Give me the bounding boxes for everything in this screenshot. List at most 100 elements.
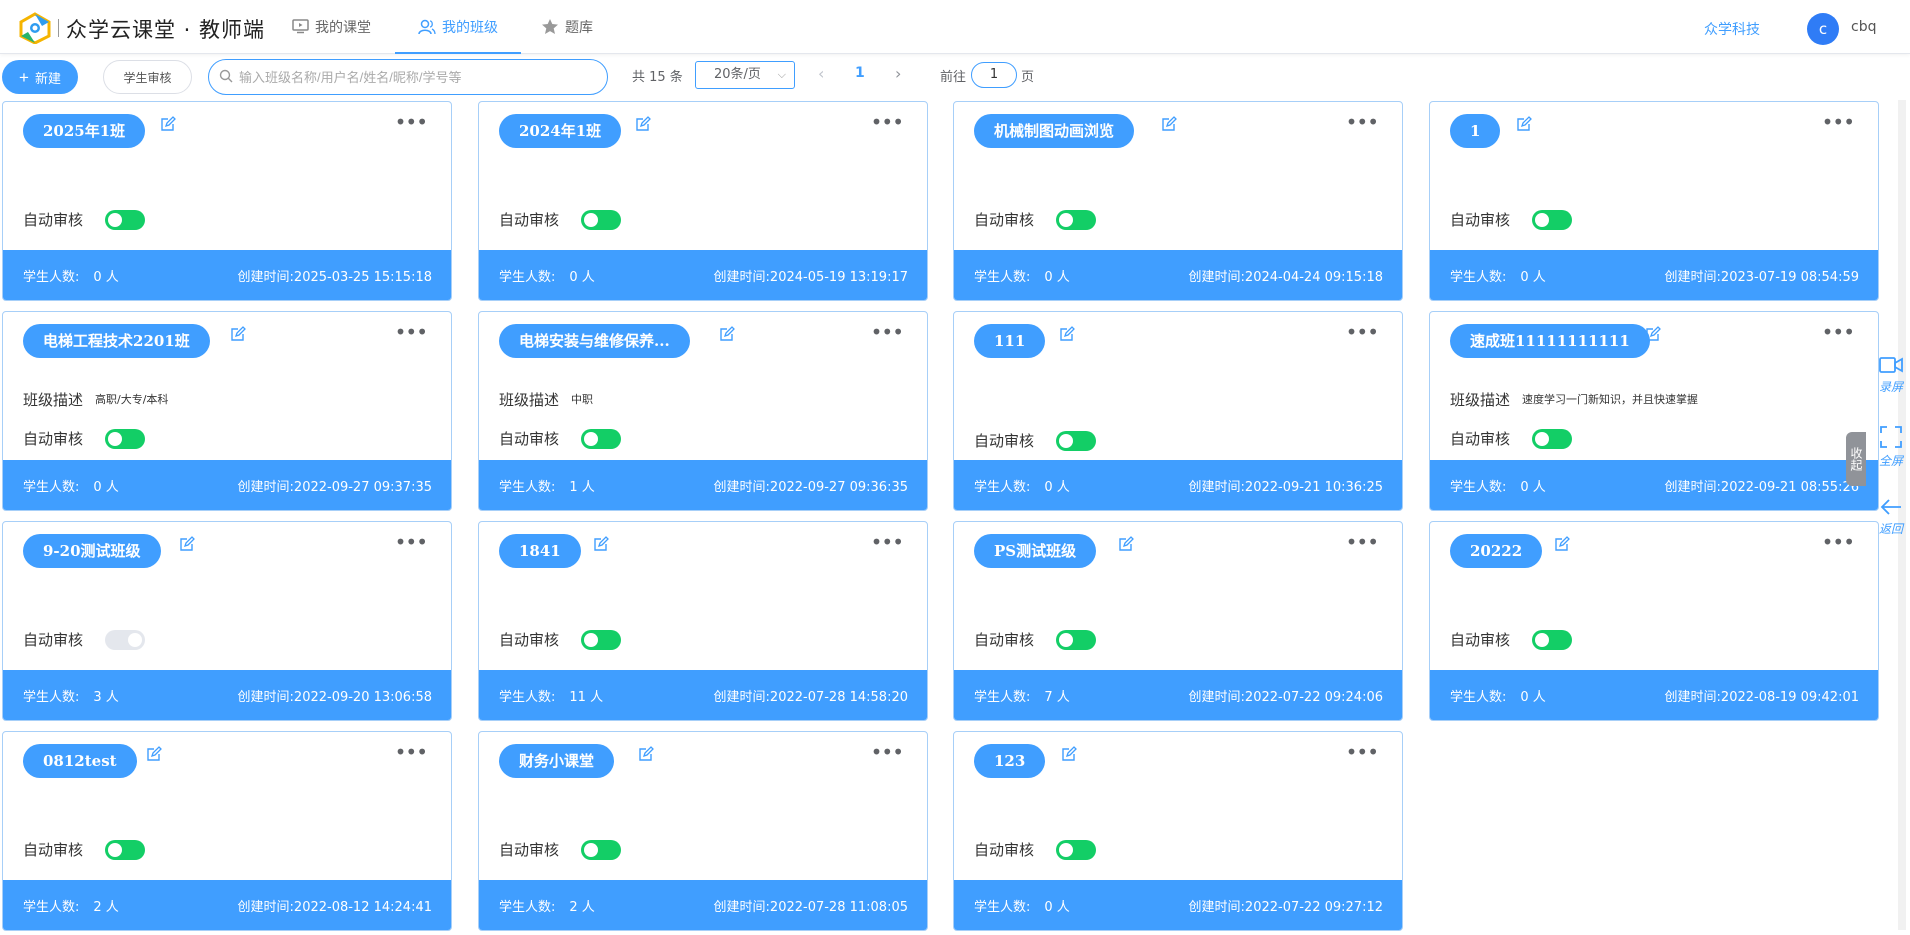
class-name-badge[interactable]: 速成班11111111111 [1450,324,1650,358]
created-label: 创建时间: [237,480,294,495]
class-name-badge[interactable]: 20222 [1450,534,1543,568]
more-options-icon[interactable]: ••• [1822,530,1855,554]
student-review-button[interactable]: 学生审核 [103,60,192,94]
class-card[interactable]: 电梯工程技术2201班 ••• 班级描述 高职/大专/本科 自动审核 学生人数: 0 人 创建… [2,311,452,511]
class-card[interactable]: 1 ••• 自动审核 学生人数: 0 人 创建时间:2023-07-19 08:54:59 [1429,101,1879,301]
class-card[interactable]: 1841 ••• 自动审核 学生人数: 11 人 创建时间:2022-07-28 14:5… [478,521,928,721]
fullscreen-button[interactable]: 全屏 [1874,425,1908,469]
auto-review-toggle[interactable] [1532,210,1572,230]
class-card[interactable]: 20222 ••• 自动审核 学生人数: 0 人 创建时间:2022-08-19 09:4… [1429,521,1879,721]
edit-icon[interactable] [635,116,651,132]
class-name-badge[interactable]: 机械制图动画浏览 [974,114,1135,148]
edit-icon[interactable] [1118,536,1134,552]
collapse-tab[interactable]: 收起 [1846,432,1866,486]
company-link[interactable]: 众学科技 [1704,19,1760,39]
more-options-icon[interactable]: ••• [1822,110,1855,134]
prev-page-icon[interactable]: ‹ [818,64,824,83]
class-name-badge[interactable]: 1841 [499,534,581,568]
edit-icon[interactable] [1061,746,1077,762]
auto-review-toggle[interactable] [581,210,621,230]
new-class-button[interactable]: + 新建 [2,60,78,94]
more-options-icon[interactable]: ••• [871,740,904,764]
auto-review-toggle[interactable] [105,210,145,230]
auto-review-toggle[interactable] [1056,840,1096,860]
class-name-badge[interactable]: 电梯工程技术2201班 [23,324,210,358]
back-button[interactable]: 返回 [1874,497,1908,537]
more-options-icon[interactable]: ••• [871,530,904,554]
class-name-badge[interactable]: 1 [1450,114,1501,148]
goto-page-input[interactable]: 1 [971,62,1017,88]
class-card[interactable]: 2024年1班 ••• 自动审核 学生人数: 0 人 创建时间:2024-05-19 13… [478,101,928,301]
auto-review-toggle[interactable] [581,630,621,650]
card-footer: 学生人数: 3 人 创建时间:2022-09-20 13:06:58 [3,670,451,720]
avatar[interactable]: c [1807,13,1839,45]
nav-question-bank[interactable]: 题库 [541,0,593,53]
auto-review-toggle[interactable] [581,840,621,860]
edit-icon[interactable] [719,326,735,342]
search-input[interactable] [239,69,579,85]
class-name-badge[interactable]: 2024年1班 [499,114,622,148]
edit-icon[interactable] [1516,116,1532,132]
class-card[interactable]: 速成班11111111111 ••• 班级描述 速度学习一门新知识，并且快速掌握 自动审… [1429,311,1879,511]
class-name-badge[interactable]: 123 [974,744,1046,778]
edit-icon[interactable] [1059,326,1075,342]
class-card[interactable]: 财务小课堂 ••• 自动审核 学生人数: 2 人 创建时间:2022-07-28 11:0… [478,731,928,931]
class-name-badge[interactable]: 9-20测试班级 [23,534,161,568]
edit-icon[interactable] [146,746,162,762]
more-options-icon[interactable]: ••• [1346,530,1379,554]
class-card[interactable]: 9-20测试班级 ••• 自动审核 学生人数: 3 人 创建时间:2022-09-20 1… [2,521,452,721]
more-options-icon[interactable]: ••• [871,320,904,344]
page-number[interactable]: 1 [855,65,865,81]
nav-my-classroom[interactable]: 我的课堂 [292,0,371,53]
page-size-select[interactable]: 20条/页 ⌵ [695,61,795,89]
auto-review-toggle[interactable] [105,630,145,650]
auto-review-toggle[interactable] [105,429,145,449]
more-options-icon[interactable]: ••• [1346,110,1379,134]
auto-review-toggle[interactable] [1056,630,1096,650]
more-options-icon[interactable]: ••• [871,110,904,134]
edit-icon[interactable] [1161,116,1177,132]
auto-review-toggle[interactable] [1056,431,1096,451]
next-page-icon[interactable]: › [895,64,901,83]
auto-review-toggle[interactable] [1532,429,1572,449]
class-name-badge[interactable]: PS测试班级 [974,534,1097,568]
edit-icon[interactable] [179,536,195,552]
more-options-icon[interactable]: ••• [1346,740,1379,764]
more-options-icon[interactable]: ••• [395,740,428,764]
auto-review-label: 自动审核 [974,631,1035,649]
class-name-badge[interactable]: 0812test [23,744,137,778]
auto-review-toggle[interactable] [1056,210,1096,230]
class-name-badge[interactable]: 111 [974,324,1046,358]
record-screen-button[interactable]: 录屏 [1874,355,1908,395]
class-card[interactable]: 机械制图动画浏览 ••• 自动审核 学生人数: 0 人 创建时间:2024-04-24 0… [953,101,1403,301]
search-box[interactable] [208,59,608,95]
class-name-badge[interactable]: 财务小课堂 [499,744,615,778]
edit-icon[interactable] [1554,536,1570,552]
more-options-icon[interactable]: ••• [395,320,428,344]
class-card[interactable]: PS测试班级 ••• 自动审核 学生人数: 7 人 创建时间:2022-07-22 09:… [953,521,1403,721]
edit-icon[interactable] [230,326,246,342]
username[interactable]: cbq [1851,19,1876,35]
class-card[interactable]: 123 ••• 自动审核 学生人数: 0 人 创建时间:2022-07-22 09:27:… [953,731,1403,931]
auto-review-toggle[interactable] [105,840,145,860]
class-card[interactable]: 111 ••• 自动审核 学生人数: 0 人 创建时间:2022-09-21 10:36:… [953,311,1403,511]
class-card[interactable]: 0812test ••• 自动审核 学生人数: 2 人 创建时间:2022-08-12 1… [2,731,452,931]
edit-icon[interactable] [1645,326,1661,342]
auto-review-toggle[interactable] [1532,630,1572,650]
edit-icon[interactable] [160,116,176,132]
class-card[interactable]: 2025年1班 ••• 自动审核 学生人数: 0 人 创建时间:2025-03-25 15… [2,101,452,301]
edit-icon[interactable] [638,746,654,762]
nav-my-classes[interactable]: 我的班级 [395,0,521,54]
class-name-badge[interactable]: 2025年1班 [23,114,146,148]
class-card[interactable]: 电梯安装与维修保养... ••• 班级描述 中职 自动审核 学生人数: 1 人 创建时间:20… [478,311,928,511]
more-options-icon[interactable]: ••• [395,530,428,554]
edit-icon[interactable] [593,536,609,552]
auto-review-toggle[interactable] [581,429,621,449]
auto-review-label: 自动审核 [499,841,560,859]
more-options-icon[interactable]: ••• [395,110,428,134]
created-value: 2022-09-27 09:36:35 [769,480,908,495]
more-options-icon[interactable]: ••• [1822,320,1855,344]
created-value: 2024-05-19 13:19:17 [769,270,908,285]
class-name-badge[interactable]: 电梯安装与维修保养... [499,324,690,358]
more-options-icon[interactable]: ••• [1346,320,1379,344]
